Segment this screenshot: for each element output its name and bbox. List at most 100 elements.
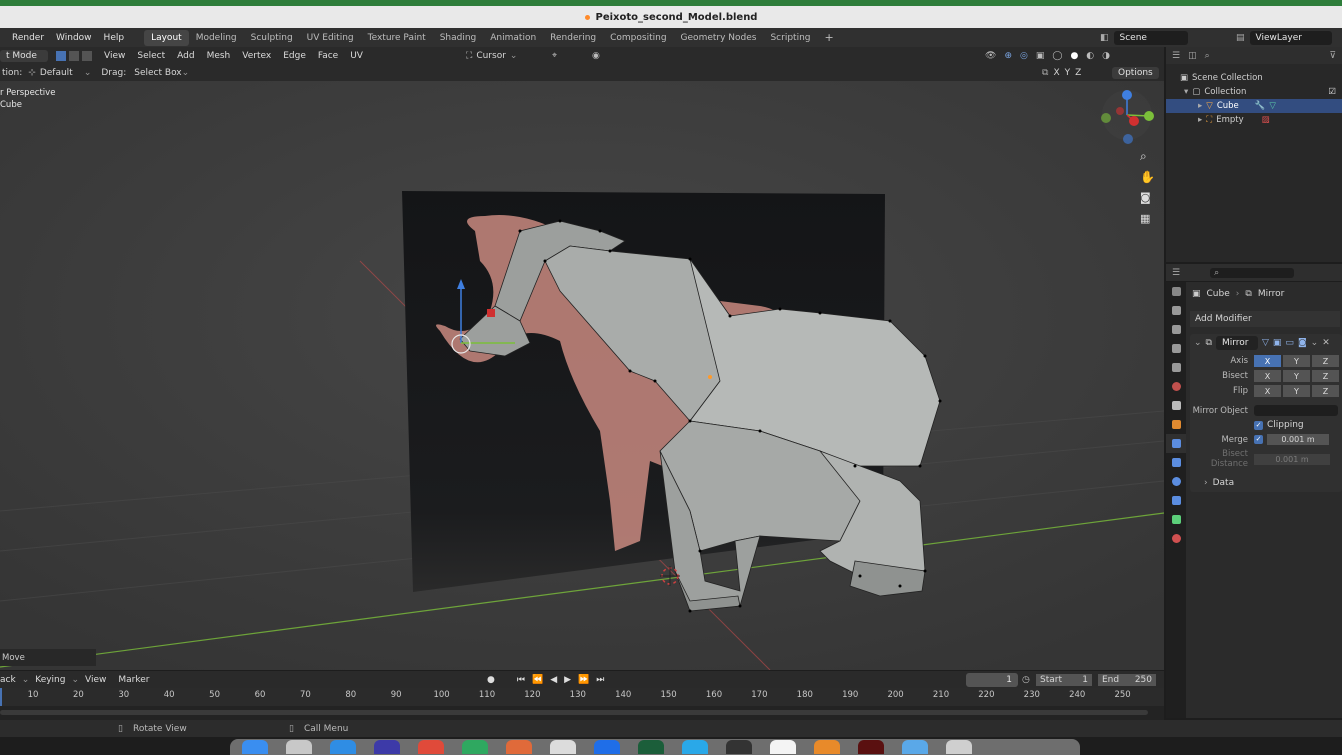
tab-world[interactable]: [1166, 377, 1186, 396]
viewlayer-selector[interactable]: ▤ ViewLayer: [1236, 30, 1332, 45]
tab-object[interactable]: [1166, 415, 1186, 434]
play-reverse-icon[interactable]: ◀: [550, 675, 557, 685]
app-icon[interactable]: [770, 740, 796, 754]
options-dropdown[interactable]: Options: [1112, 66, 1159, 79]
menu-view[interactable]: View: [98, 50, 131, 62]
menu-vertex[interactable]: Vertex: [236, 50, 277, 62]
bisect-y-toggle[interactable]: Y: [1283, 370, 1310, 382]
tab-material[interactable]: [1166, 529, 1186, 548]
tab-constraints[interactable]: [1166, 491, 1186, 510]
app-icon[interactable]: [462, 740, 488, 754]
editor-type-icon[interactable]: ☰: [1172, 51, 1180, 61]
end-frame-field[interactable]: End 250: [1098, 673, 1156, 686]
finder-icon[interactable]: [242, 740, 268, 754]
search-icon[interactable]: ⌕: [1210, 267, 1295, 278]
axis-y-toggle[interactable]: Y: [1283, 355, 1310, 367]
xray-icon[interactable]: ▣: [1036, 51, 1045, 61]
tab-render[interactable]: [1166, 301, 1186, 320]
safari-icon[interactable]: [330, 740, 356, 754]
display-mode-icon[interactable]: ◫: [1188, 51, 1197, 61]
hand-pan-icon[interactable]: ✋: [1140, 170, 1155, 184]
modifier-name-field[interactable]: Mirror: [1215, 335, 1258, 350]
scene-field[interactable]: Scene: [1113, 30, 1188, 45]
camera-view-icon[interactable]: ◙: [1140, 191, 1151, 204]
collapse-arrow-icon[interactable]: ⌄: [1194, 338, 1202, 348]
viewlayer-field[interactable]: ViewLayer: [1249, 30, 1332, 45]
overlay-icon[interactable]: ◎: [1020, 51, 1028, 61]
expand-arrow-icon[interactable]: ▸: [1198, 101, 1202, 111]
tab-output[interactable]: [1166, 320, 1186, 339]
timeline-body[interactable]: [0, 706, 1164, 720]
app-icon[interactable]: [506, 740, 532, 754]
proportional-edit-icon[interactable]: ◉: [592, 51, 600, 61]
app-icon[interactable]: [726, 740, 752, 754]
jump-start-icon[interactable]: ⏮: [517, 675, 525, 685]
flip-x-toggle[interactable]: X: [1254, 385, 1281, 397]
prev-keyframe-icon[interactable]: ⏪: [532, 675, 543, 685]
mirror-z-toggle[interactable]: Z: [1075, 68, 1081, 78]
tab-modeling[interactable]: Modeling: [189, 30, 244, 46]
tab-layout[interactable]: Layout: [144, 29, 189, 46]
3d-viewport[interactable]: r Perspective Cube ⌕ ✋ ◙ ▦ Move: [0, 81, 1164, 670]
viewport-toggle-icon[interactable]: ▭: [1285, 338, 1294, 348]
next-keyframe-icon[interactable]: ⏩: [578, 675, 589, 685]
jump-end-icon[interactable]: ⏭: [596, 675, 604, 685]
app-icon[interactable]: [814, 740, 840, 754]
tab-sculpting[interactable]: Sculpting: [244, 30, 300, 46]
mode-dropdown[interactable]: t Mode: [0, 49, 48, 62]
timeline-scrollbar[interactable]: [0, 710, 1148, 715]
tab-texture-paint[interactable]: Texture Paint: [361, 30, 433, 46]
expand-arrow-icon[interactable]: ▾: [1184, 87, 1188, 97]
pivot-dropdown[interactable]: ⛶ Cursor ⌄: [466, 51, 517, 61]
add-workspace-icon[interactable]: +: [818, 28, 841, 47]
start-frame-field[interactable]: Start 1: [1036, 673, 1092, 686]
outliner-item-cube[interactable]: ▸ ▽ Cube 🔧 ▽: [1166, 99, 1342, 113]
playhead-marker[interactable]: [0, 688, 2, 706]
playback-menu[interactable]: ack: [0, 674, 22, 686]
last-operator-panel[interactable]: Move: [0, 649, 96, 666]
tab-scene[interactable]: [1166, 358, 1186, 377]
outliner-collection[interactable]: ▾ ▢ Collection ☑: [1166, 85, 1342, 99]
view-menu[interactable]: View: [79, 674, 112, 686]
tab-tool[interactable]: [1166, 282, 1186, 301]
bisect-z-toggle[interactable]: Z: [1312, 370, 1339, 382]
tab-physics[interactable]: [1166, 472, 1186, 491]
menu-face[interactable]: Face: [312, 50, 344, 62]
tab-scripting[interactable]: Scripting: [763, 30, 817, 46]
select-mode-face-icon[interactable]: [82, 50, 92, 61]
mirror-x-toggle[interactable]: X: [1053, 68, 1059, 78]
select-mode-vertex-icon[interactable]: [56, 50, 66, 61]
menu-add[interactable]: Add: [171, 50, 200, 62]
solid-shading-icon[interactable]: ●: [1070, 51, 1078, 61]
drag-dropdown[interactable]: Select Box: [134, 68, 181, 78]
flip-y-toggle[interactable]: Y: [1283, 385, 1310, 397]
record-icon[interactable]: ●: [487, 675, 495, 685]
app-icon[interactable]: [638, 740, 664, 754]
data-subpanel-header[interactable]: › Data: [1190, 478, 1342, 488]
keying-menu[interactable]: Keying: [29, 674, 71, 686]
play-icon[interactable]: ▶: [564, 675, 571, 685]
current-frame-field[interactable]: 1: [966, 672, 1018, 687]
tab-compositing[interactable]: Compositing: [603, 30, 673, 46]
tab-modifiers[interactable]: [1166, 434, 1186, 453]
trash-icon[interactable]: [946, 740, 972, 754]
tab-collection[interactable]: [1166, 396, 1186, 415]
checkbox-icon[interactable]: ☑: [1328, 87, 1336, 97]
tab-uv-editing[interactable]: UV Editing: [300, 30, 361, 46]
bisect-x-toggle[interactable]: X: [1254, 370, 1281, 382]
tab-shading[interactable]: Shading: [433, 30, 484, 46]
visibility-icon[interactable]: 👁: [985, 51, 996, 61]
flip-z-toggle[interactable]: Z: [1312, 385, 1339, 397]
expand-arrow-icon[interactable]: ▸: [1198, 115, 1202, 125]
chevron-down-icon[interactable]: ⌄: [1311, 338, 1319, 348]
close-icon[interactable]: ✕: [1322, 338, 1330, 348]
select-mode-edge-icon[interactable]: [69, 50, 79, 61]
add-modifier-button[interactable]: Add Modifier: [1190, 311, 1340, 327]
menu-select[interactable]: Select: [131, 50, 171, 62]
tab-rendering[interactable]: Rendering: [543, 30, 603, 46]
search-icon[interactable]: ⌕: [1205, 51, 1210, 61]
marker-menu[interactable]: Marker: [112, 674, 155, 686]
tab-geometry-nodes[interactable]: Geometry Nodes: [674, 30, 764, 46]
merge-value-field[interactable]: 0.001 m: [1267, 434, 1329, 445]
bisect-distance-field[interactable]: 0.001 m: [1254, 453, 1330, 465]
